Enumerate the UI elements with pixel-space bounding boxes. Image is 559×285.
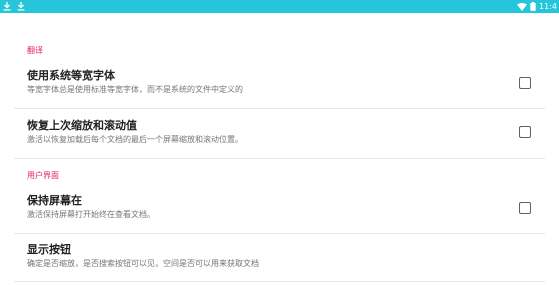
pref-title: 使用系统等宽字体 [27, 69, 115, 82]
divider [14, 233, 545, 234]
pref-monospace-font[interactable]: 使用系统等宽字体 等宽字体总是使用标准等宽字体，而不是系统的文件中定义的 [0, 62, 559, 106]
pref-title: 保持屏幕在 [27, 194, 82, 207]
battery-icon [530, 2, 536, 11]
pref-title: 显示按钮 [27, 243, 71, 256]
download-icon [17, 2, 25, 11]
status-bar: 11:4 [0, 0, 559, 13]
status-time: 11:4 [539, 2, 557, 11]
pref-summary: 等宽字体总是使用标准等宽字体，而不是系统的文件中定义的 [27, 85, 243, 94]
pref-restore-zoom-scroll[interactable]: 恢复上次缩放和滚动值 激活以恢复加载后每个文档的最后一个屏幕缩放和滚动位置。 [0, 110, 559, 156]
pref-keep-screen-on[interactable]: 保持屏幕在 激活保持屏幕打开始终在查看文档。 [0, 188, 559, 232]
download-icon [3, 2, 11, 11]
checkbox-monospace-font[interactable] [519, 77, 531, 89]
section-header-translation: 翻译 [27, 46, 43, 55]
pref-show-buttons[interactable]: 显示按钮 确定是否缩放，是否搜索按钮可以见，空间是否可以用来获取文档 [0, 236, 559, 280]
divider [14, 108, 545, 109]
pref-summary: 激活保持屏幕打开始终在查看文档。 [27, 210, 155, 219]
pref-summary: 确定是否缩放，是否搜索按钮可以见，空间是否可以用来获取文档 [27, 259, 259, 268]
pref-title: 恢复上次缩放和滚动值 [27, 119, 137, 132]
pref-summary: 激活以恢复加载后每个文档的最后一个屏幕缩放和滚动位置。 [27, 135, 243, 144]
checkbox-restore-zoom-scroll[interactable] [519, 126, 531, 138]
wifi-icon [517, 2, 528, 11]
checkbox-keep-screen-on[interactable] [519, 202, 531, 214]
divider [14, 158, 545, 159]
section-header-user-interface: 用户界面 [27, 171, 59, 180]
divider [14, 281, 545, 282]
